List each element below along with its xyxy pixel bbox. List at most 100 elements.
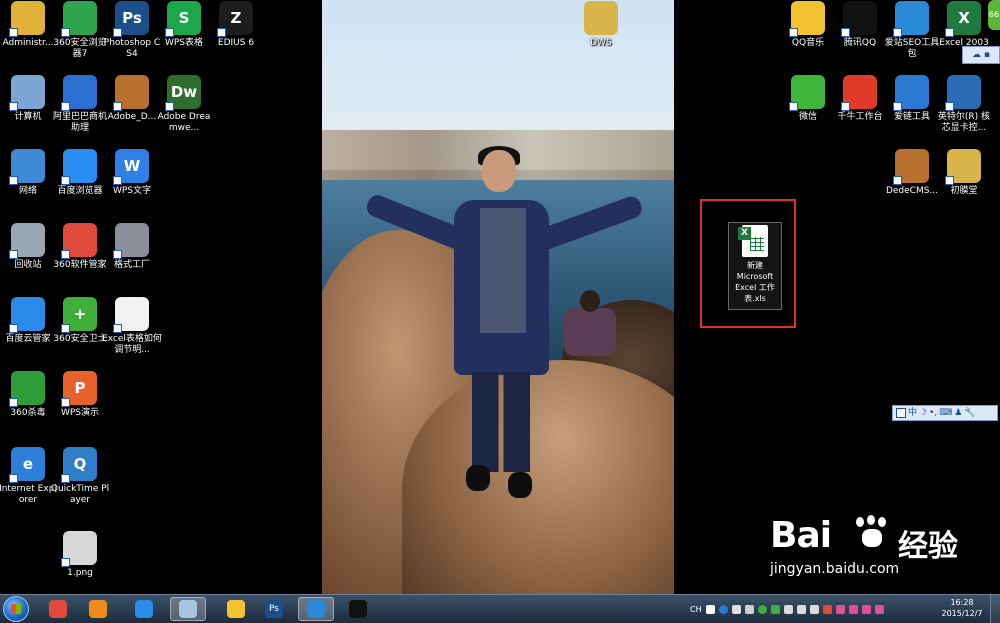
- app-tray-icon[interactable]: [874, 604, 884, 614]
- system-tray: CH: [690, 598, 884, 620]
- qq-music-icon: [789, 1, 825, 37]
- desktop-icon-label: EDIUS 6: [217, 38, 255, 48]
- desktop-icon-label: 爱站SEO工具包: [884, 38, 940, 59]
- desktop-icon-label: DedeCMS...: [885, 186, 939, 196]
- alibaba-icon: [61, 75, 97, 111]
- keyboard-tray-icon[interactable]: [731, 604, 741, 614]
- help-icon[interactable]: [718, 604, 728, 614]
- wps-presentation-icon: P: [61, 371, 97, 407]
- system-clock[interactable]: 16:28 2015/12/7: [938, 597, 986, 619]
- desktop-icon-label: WPS表格: [164, 38, 204, 48]
- desktop-icon[interactable]: 初膜堂: [934, 149, 994, 197]
- app-tray-icon[interactable]: [835, 604, 845, 614]
- folder-icon: [945, 149, 981, 185]
- desktop-icon[interactable]: W WPS文字: [102, 149, 162, 197]
- taskbar-app-browser-icon[interactable]: [218, 597, 254, 621]
- watermark-brand: Bai: [770, 515, 832, 556]
- taskbar-app-qq-icon[interactable]: [340, 597, 376, 621]
- desktop-icon[interactable]: 千牛工作台: [830, 75, 890, 123]
- aizhan-seo-icon: [893, 1, 929, 37]
- ime-toolbar[interactable]: 中 ☽ •, ⌨ ♟ 🔧: [892, 405, 998, 421]
- desktop-icon[interactable]: 360安全浏览器7: [50, 1, 110, 60]
- photoshop-icon: Ps: [265, 600, 283, 618]
- input-language-indicator[interactable]: CH: [690, 605, 702, 614]
- desktop-icon[interactable]: Adobe_D...: [102, 75, 162, 123]
- ie-icon: e: [9, 447, 45, 483]
- desktop-icon-label: Excel表格如何调节明...: [102, 334, 162, 355]
- punctuation-icon[interactable]: •,: [929, 407, 937, 419]
- show-hidden-icons[interactable]: [744, 604, 754, 614]
- 360-tray-icon[interactable]: [757, 604, 767, 614]
- ime-mode-label[interactable]: 中: [908, 407, 917, 419]
- desktop-icon[interactable]: 爱站SEO工具包: [882, 1, 942, 60]
- new-excel-file[interactable]: X 新建 Microsoft Excel 工作表.xls: [728, 222, 782, 310]
- app-tray-icon[interactable]: [848, 604, 858, 614]
- desktop-icon[interactable]: 格式工厂: [102, 223, 162, 271]
- start-button[interactable]: [3, 596, 29, 622]
- desktop-icon[interactable]: +360安全卫士: [50, 297, 110, 345]
- desktop-icon[interactable]: 阿里巴巴商机助理: [50, 75, 110, 134]
- desktop-icon[interactable]: 腾讯QQ: [830, 1, 890, 49]
- shield-tray-icon[interactable]: [770, 604, 780, 614]
- desktop-icon[interactable]: 1.png: [50, 531, 110, 579]
- wps-spreadsheet-icon: S: [165, 1, 201, 37]
- desktop-icon[interactable]: 爱链工具: [882, 75, 942, 123]
- dreamweaver-icon: Dw: [165, 75, 201, 111]
- quicktime-icon: Q: [61, 447, 97, 483]
- taskbar: Ps CH 16:28 2015/12/7: [0, 594, 1000, 623]
- desktop-icon[interactable]: 百度浏览器: [50, 149, 110, 197]
- volume-icon[interactable]: [809, 604, 819, 614]
- desktop-icon[interactable]: DWS: [571, 1, 631, 49]
- desktop-icon[interactable]: P WPS演示: [50, 371, 110, 419]
- app-tray-icon[interactable]: [822, 604, 832, 614]
- desktop-icon[interactable]: 英特尔(R) 核芯显卡控...: [934, 75, 994, 134]
- keyboard-icon[interactable]: ⌨: [939, 407, 952, 419]
- desktop-icon[interactable]: 微信: [778, 75, 838, 123]
- wps-writer-icon: W: [113, 149, 149, 185]
- desktop-icon-label: Adobe_D...: [107, 112, 157, 122]
- desktop-icon-label: DWS: [590, 38, 612, 48]
- desktop-icon[interactable]: S WPS表格: [154, 1, 214, 49]
- desktop-icon[interactable]: DedeCMS...: [882, 149, 942, 197]
- desktop-icon[interactable]: Excel表格如何调节明...: [102, 297, 162, 356]
- show-desktop-button[interactable]: [990, 595, 1000, 623]
- app-tray-icon[interactable]: [861, 604, 871, 614]
- desktop-icon-label: 初膜堂: [950, 186, 978, 196]
- desktop-wallpaper-photo: [322, 0, 674, 594]
- desktop-icon[interactable]: Ps Photoshop CS4: [102, 1, 162, 60]
- taskbar-app-media-icon[interactable]: [80, 597, 116, 621]
- taskbar-app-baidu-cloud-icon[interactable]: [126, 597, 162, 621]
- intel-graphics-icon: [945, 75, 981, 111]
- desktop-icon-label: WPS演示: [60, 408, 100, 418]
- desktop-icon[interactable]: QQ音乐: [778, 1, 838, 49]
- qq-icon: [349, 600, 367, 618]
- taskbar-app-window-icon[interactable]: [170, 597, 206, 621]
- taskbar-app-photoshop-icon[interactable]: Ps: [256, 597, 292, 621]
- image-file-icon: [61, 531, 97, 567]
- user-icon[interactable]: ♟: [954, 407, 962, 419]
- desktop-icon[interactable]: Dw Adobe Dreamwe...: [154, 75, 214, 134]
- moon-icon[interactable]: ☽: [919, 407, 927, 419]
- desktop-icon[interactable]: Q QuickTime Player: [50, 447, 110, 506]
- ime-logo-icon[interactable]: [896, 408, 906, 418]
- network-tray-icon[interactable]: [796, 604, 806, 614]
- photoshop-icon: Ps: [113, 1, 149, 37]
- desktop-icon-label: 千牛工作台: [837, 112, 883, 122]
- 360-safe-icon: +: [61, 297, 97, 333]
- taskbar-app-360-icon[interactable]: [40, 597, 76, 621]
- desktop-icon[interactable]: 360软件管家: [50, 223, 110, 271]
- desktop-icon-label: WPS文字: [112, 186, 152, 196]
- clock-date: 2015/12/7: [941, 609, 983, 618]
- wrench-icon[interactable]: 🔧: [964, 407, 975, 419]
- corner-badge[interactable]: 66: [988, 0, 1000, 30]
- taskbar-app-safari-icon[interactable]: [298, 597, 334, 621]
- baidu-widget-icon[interactable]: ☁ ▪: [962, 46, 1000, 64]
- wechat-icon: [789, 75, 825, 111]
- desktop-icon[interactable]: X Excel 2003: [934, 1, 994, 49]
- desktop-icon[interactable]: Z EDIUS 6: [206, 1, 266, 49]
- desktop-icon-label: QQ音乐: [791, 38, 825, 48]
- winrar-icon: [893, 149, 929, 185]
- action-center-icon[interactable]: [783, 604, 793, 614]
- qianniu-icon: [841, 75, 877, 111]
- ime-tray-icon[interactable]: [705, 604, 715, 614]
